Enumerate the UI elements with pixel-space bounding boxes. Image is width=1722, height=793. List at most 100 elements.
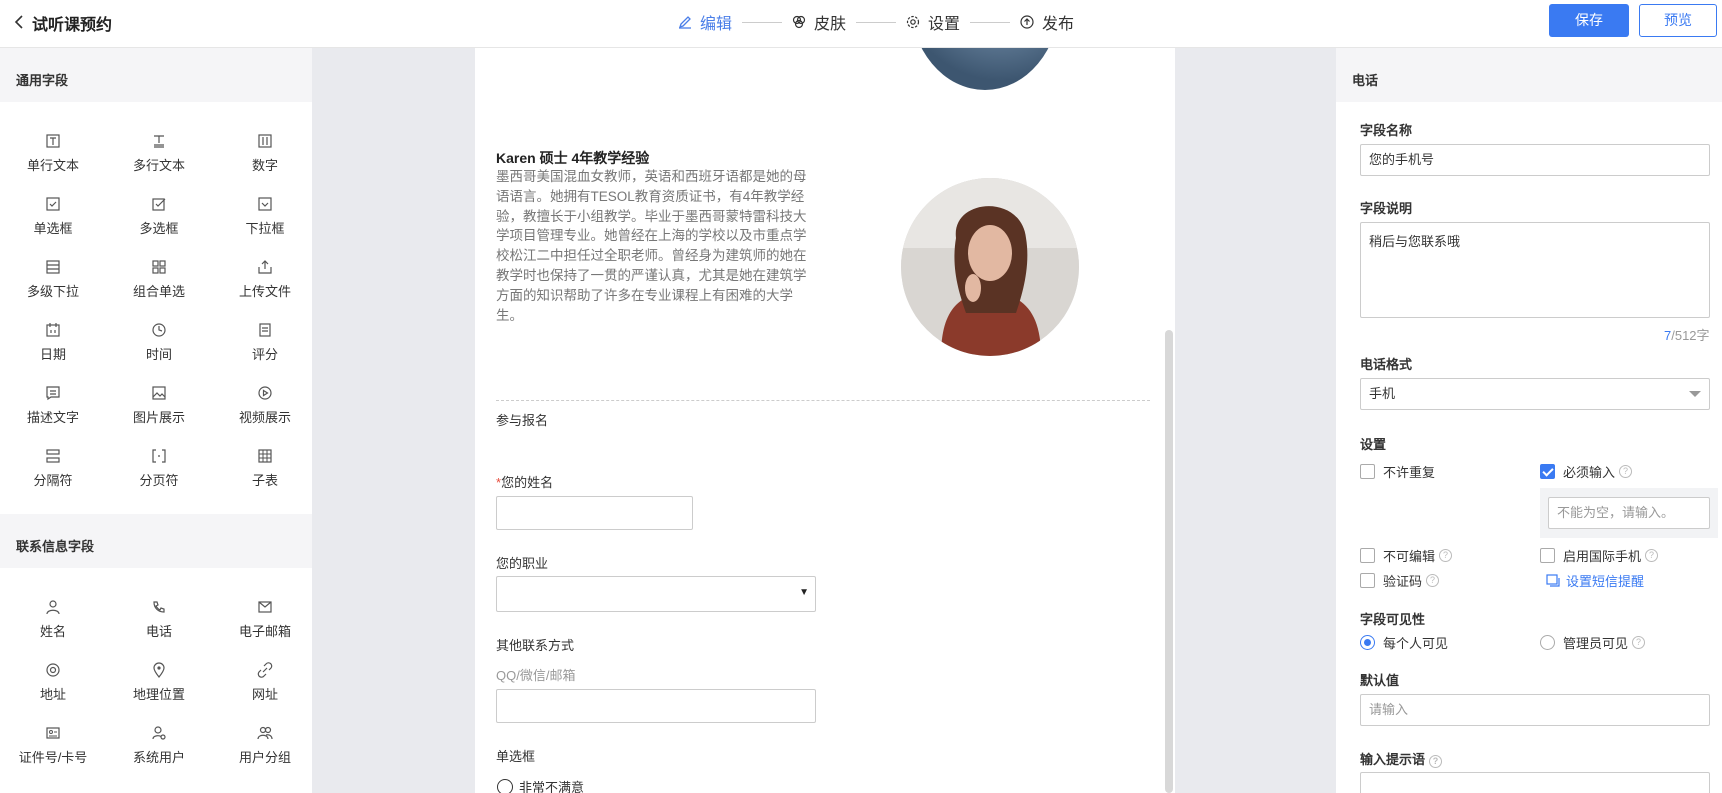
field-checkbox[interactable]: 多选框: [106, 185, 212, 248]
field-date[interactable]: 日期: [0, 311, 106, 374]
user-group-icon: [257, 726, 273, 740]
step-label: 皮肤: [814, 16, 847, 33]
other-contact-input[interactable]: [496, 689, 816, 723]
field-email[interactable]: 电子邮箱: [212, 588, 318, 651]
visible-admin-radio[interactable]: 管理员可见?: [1540, 633, 1646, 652]
field-time[interactable]: 时间: [106, 311, 212, 374]
not-editable-checkbox[interactable]: 不可编辑?: [1360, 546, 1453, 565]
field-image[interactable]: 图片展示: [106, 374, 212, 437]
field-multi-line-text[interactable]: 多行文本: [106, 122, 212, 185]
help-icon[interactable]: ?: [1429, 755, 1443, 768]
canvas-scrollbar[interactable]: [1165, 330, 1173, 793]
required-message-input[interactable]: 不能为空，请输入。: [1548, 497, 1710, 529]
teacher-name: Karen 硕士 4年教学经验: [496, 150, 650, 166]
field-subtable[interactable]: 子表: [212, 437, 318, 500]
clock-icon: [152, 323, 166, 337]
field-label: 时间: [145, 347, 172, 362]
image-icon: [152, 386, 166, 400]
radio-circle-icon: [497, 778, 513, 793]
field-label: 姓名: [39, 624, 66, 639]
job-select[interactable]: ▼: [496, 576, 816, 612]
step-edit[interactable]: 编辑: [678, 10, 732, 34]
field-label: 下拉框: [245, 221, 285, 236]
field-dropdown[interactable]: 下拉框: [212, 185, 318, 248]
field-address[interactable]: 地址: [0, 651, 106, 714]
field-grid-radio[interactable]: 组合单选: [106, 248, 212, 311]
field-label: 组合单选: [132, 284, 185, 299]
number-icon: [258, 134, 272, 148]
chevron-down-icon: [1689, 391, 1701, 397]
rating-icon: [259, 323, 271, 337]
help-icon[interactable]: ?: [1426, 574, 1440, 587]
field-label: 多级下拉: [26, 284, 79, 299]
calendar-icon: [46, 323, 60, 337]
char-counter: 7/512字: [1664, 328, 1710, 343]
field-name[interactable]: 姓名: [0, 588, 106, 651]
checkbox-box: [1360, 548, 1375, 563]
step-connector: [856, 21, 897, 23]
preview-button[interactable]: 预览: [1639, 4, 1717, 37]
field-label: 子表: [251, 473, 278, 488]
field-phone[interactable]: 电话: [106, 588, 212, 651]
sms-reminder-link[interactable]: 设置短信提醒: [1546, 571, 1644, 590]
step-connector: [742, 21, 783, 23]
field-label: 证件号/卡号: [18, 750, 88, 765]
default-value-input[interactable]: 请输入: [1360, 694, 1710, 726]
field-label: 单行文本: [26, 158, 79, 173]
back-icon[interactable]: [10, 12, 30, 32]
name-input[interactable]: [496, 496, 693, 530]
gear-icon: [906, 15, 920, 29]
step-publish[interactable]: 发布: [1020, 10, 1074, 34]
visibility-label: 字段可见性: [1360, 612, 1426, 627]
save-button[interactable]: 保存: [1549, 4, 1629, 37]
required-checkbox[interactable]: 必须输入?: [1540, 462, 1633, 481]
general-fields-grid: 单行文本 多行文本 数字 单选框 多选框 下拉框 多级下拉 组合单选 上传文件 …: [0, 102, 312, 500]
field-url[interactable]: 网址: [212, 651, 318, 714]
no-duplicate-checkbox[interactable]: 不许重复: [1360, 462, 1435, 481]
field-number[interactable]: 数字: [212, 122, 318, 185]
help-icon[interactable]: ?: [1619, 465, 1633, 478]
field-radio[interactable]: 单选框: [0, 185, 106, 248]
step-settings[interactable]: 设置: [906, 10, 960, 34]
mail-icon: [258, 601, 272, 613]
section-title: 参与报名: [496, 413, 549, 428]
other-contact-label: 其他联系方式: [496, 638, 575, 653]
help-icon[interactable]: ?: [1439, 549, 1453, 562]
field-label: 电话: [145, 624, 172, 639]
field-user-group[interactable]: 用户分组: [212, 714, 318, 777]
step-skin[interactable]: 皮肤: [792, 10, 846, 34]
input-hint-input[interactable]: [1360, 772, 1710, 793]
required-message-box: 不能为空，请输入。: [1540, 488, 1718, 538]
field-video[interactable]: 视频展示: [212, 374, 318, 437]
field-rating[interactable]: 评分: [212, 311, 318, 374]
person-icon: [46, 600, 60, 615]
help-icon[interactable]: ?: [1645, 549, 1659, 562]
palette-icon: [792, 15, 806, 29]
field-label: 描述文字: [26, 410, 79, 425]
field-upload[interactable]: 上传文件: [212, 248, 318, 311]
help-icon[interactable]: ?: [1632, 636, 1646, 649]
field-separator[interactable]: 分隔符: [0, 437, 106, 500]
field-label: 分隔符: [33, 473, 73, 488]
checkbox-box: [1540, 548, 1555, 563]
verify-code-checkbox[interactable]: 验证码?: [1360, 571, 1440, 590]
field-desc-textarea[interactable]: 稍后与您联系哦: [1360, 222, 1710, 318]
phone-format-label: 电话格式: [1360, 357, 1413, 372]
field-description[interactable]: 描述文字: [0, 374, 106, 437]
field-page-break[interactable]: 分页符: [106, 437, 212, 500]
intl-phone-checkbox[interactable]: 启用国际手机?: [1540, 546, 1659, 565]
field-id-card[interactable]: 证件号/卡号: [0, 714, 106, 777]
field-cascade-dropdown[interactable]: 多级下拉: [0, 248, 106, 311]
field-label: 日期: [39, 347, 66, 362]
contact-fields-grid: 姓名 电话 电子邮箱 地址 地理位置 网址 证件号/卡号 系统用户 用户分组: [0, 568, 312, 777]
grid-radio-icon: [152, 260, 166, 274]
checkbox-checked-icon: [1540, 464, 1555, 479]
radio-option[interactable]: 非常不满意: [497, 777, 584, 793]
field-location[interactable]: 地理位置: [106, 651, 212, 714]
field-system-user[interactable]: 系统用户: [106, 714, 212, 777]
phone-format-select[interactable]: 手机: [1360, 378, 1710, 410]
multi-line-text-icon: [154, 135, 164, 148]
visible-all-radio[interactable]: 每个人可见: [1360, 633, 1448, 652]
field-name-input[interactable]: 您的手机号: [1360, 144, 1710, 176]
field-single-line-text[interactable]: 单行文本: [0, 122, 106, 185]
